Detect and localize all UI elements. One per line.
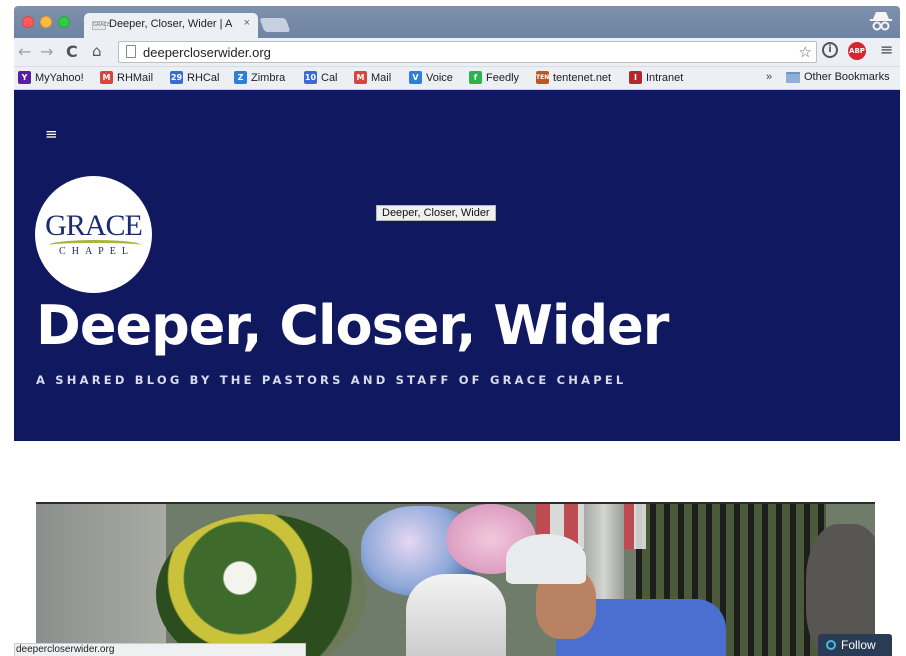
bookmark-cal[interactable]: 10 Cal	[304, 71, 338, 84]
follow-label: Follow	[841, 638, 876, 652]
logo-text-grace: GRACE	[45, 209, 143, 242]
status-bar: deepercloserwider.org	[14, 643, 306, 656]
bookmarks-bar: Y MyYahoo! M RHMail 29 RHCal Z Zimbra 10 Cal …	[14, 67, 900, 90]
bookmark-feedly[interactable]: f Feedly	[469, 71, 519, 84]
folder-icon	[786, 71, 800, 83]
chrome-menu-icon[interactable]: ≡	[880, 40, 893, 59]
bookmark-label: RHCal	[187, 71, 220, 84]
bookmark-label: Voice	[426, 71, 453, 84]
tab-close-icon[interactable]: ×	[244, 17, 250, 29]
follow-button[interactable]: Follow	[818, 634, 892, 656]
menu-icon[interactable]: ≡	[45, 125, 58, 143]
intranet-icon: I	[629, 71, 642, 84]
site-header: ≡ GRACE CHAPEL Deeper, Closer, Wider Dee…	[14, 90, 900, 441]
bookmark-label: Intranet	[646, 71, 684, 84]
minimize-window-button[interactable]	[40, 16, 52, 28]
site-tagline: A SHARED BLOG BY THE PASTORS AND STAFF O…	[36, 373, 627, 387]
logo-text-chapel: CHAPEL	[59, 246, 134, 257]
bookmark-label: Mail	[371, 71, 392, 84]
bookmark-intranet[interactable]: I Intranet	[629, 71, 683, 84]
tab-title: Deeper, Closer, Wider | A s	[109, 18, 233, 30]
home-button[interactable]: ⌂	[92, 42, 102, 60]
image-wreath	[156, 514, 366, 656]
reload-button[interactable]: C	[66, 42, 78, 61]
grace-chapel-logo[interactable]: GRACE CHAPEL	[35, 176, 152, 293]
bookmark-label: RHMail	[117, 71, 154, 84]
bookmark-rhcal[interactable]: 29 RHCal	[170, 71, 219, 84]
new-tab-button[interactable]	[259, 18, 291, 32]
other-bookmarks-folder[interactable]: Other Bookmarks	[786, 71, 890, 83]
bookmark-tentenet[interactable]: TEN tentenet.net	[536, 71, 611, 84]
follow-icon	[826, 640, 836, 650]
tab-favicon-icon: GRACE	[92, 21, 111, 30]
bookmark-label: MyYahoo!	[35, 71, 84, 84]
info-icon[interactable]: i	[822, 42, 838, 58]
calendar-icon: 29	[170, 71, 183, 84]
address-bar[interactable]: deepercloserwider.org ☆	[118, 41, 817, 63]
browser-chrome: GRACE Deeper, Closer, Wider | A s × ← → …	[14, 6, 900, 90]
voice-icon: V	[409, 71, 422, 84]
bookmark-zimbra[interactable]: Z Zimbra	[234, 71, 285, 84]
tab-bar: GRACE Deeper, Closer, Wider | A s ×	[14, 6, 900, 38]
back-button[interactable]: ←	[18, 42, 31, 61]
page-icon	[126, 45, 136, 58]
bookmark-myyahoo[interactable]: Y MyYahoo!	[18, 71, 84, 84]
close-window-button[interactable]	[22, 16, 34, 28]
forward-button[interactable]: →	[40, 42, 53, 61]
adblock-icon[interactable]: ABP	[848, 42, 866, 60]
maximize-window-button[interactable]	[58, 16, 70, 28]
gmail-icon: M	[354, 71, 367, 84]
more-bookmarks-chevron-icon[interactable]: »	[766, 71, 772, 83]
incognito-icon	[870, 12, 892, 31]
feedly-icon: f	[469, 71, 482, 84]
bookmark-mail[interactable]: M Mail	[354, 71, 391, 84]
other-bookmarks-label: Other Bookmarks	[804, 71, 890, 83]
bookmark-star-icon[interactable]: ☆	[799, 43, 812, 61]
bookmark-label: Feedly	[486, 71, 520, 84]
browser-toolbar: ← → C ⌂ deepercloserwider.org ☆ i ABP ≡	[14, 38, 900, 67]
featured-image[interactable]	[36, 502, 875, 656]
bookmark-label: tentenet.net	[553, 71, 612, 84]
tooltip: Deeper, Closer, Wider	[376, 205, 496, 221]
image-vase	[406, 574, 506, 656]
image-wall	[36, 504, 166, 656]
bookmark-label: Zimbra	[251, 71, 286, 84]
tentenet-icon: TEN	[536, 71, 549, 84]
calendar-icon: 10	[304, 71, 317, 84]
site-title[interactable]: Deeper, Closer, Wider	[36, 294, 669, 357]
url-text[interactable]: deepercloserwider.org	[143, 45, 271, 60]
bookmark-rhmail[interactable]: M RHMail	[100, 71, 153, 84]
bookmark-label: Cal	[321, 71, 338, 84]
zimbra-icon: Z	[234, 71, 247, 84]
mail-icon: M	[100, 71, 113, 84]
image-cap	[506, 534, 586, 584]
bookmark-voice[interactable]: V Voice	[409, 71, 453, 84]
yahoo-icon: Y	[18, 71, 31, 84]
tab-active[interactable]: GRACE Deeper, Closer, Wider | A s ×	[84, 13, 258, 38]
